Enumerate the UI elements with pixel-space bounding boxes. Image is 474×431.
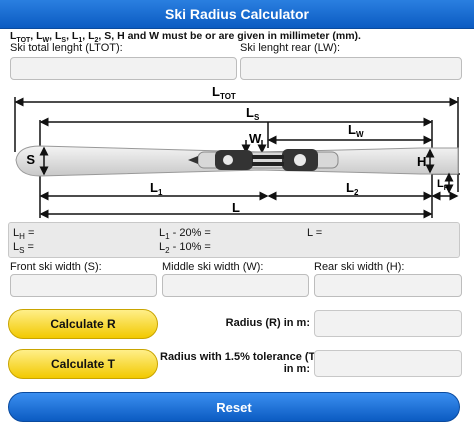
label-L: L [232,200,240,215]
rear-length-label: Ski lenght rear (LW): [240,42,341,54]
result-lh: LH = [13,227,35,242]
ski-diagram: S H LTOT LS LW W L1 L2 L LH [14,84,460,219]
middle-width-input[interactable] [162,274,309,297]
label-W: W [249,131,262,146]
rear-length-input[interactable] [240,57,462,80]
label-L1: L1 [150,180,163,197]
results-panel: LH = LS = L1 - 20% = L2 - 10% = L = [8,222,460,258]
label-S: S [26,152,35,167]
label-LH: LH [437,178,449,192]
middle-width-label: Middle ski width (W): [162,261,264,273]
label-LW: LW [348,122,364,139]
label-H: H [417,154,426,169]
label-LTOT: LTOT [212,84,236,101]
radius-tolerance-label: Radius with 1.5% tolerance (T) in m: [160,351,319,375]
result-l2-10: L2 - 10% = [159,241,211,256]
front-width-input[interactable] [10,274,157,297]
total-length-input[interactable] [10,57,237,80]
app-title: Ski Radius Calculator [0,0,474,29]
result-l1-20: L1 - 20% = [159,227,211,242]
total-length-label: Ski total lenght (LTOT): [10,42,123,54]
rear-width-input[interactable] [314,274,462,297]
label-L2: L2 [346,180,359,197]
calculate-t-button[interactable]: Calculate T [8,349,158,379]
front-width-label: Front ski width (S): [10,261,102,273]
result-ls: LS = [13,241,34,256]
binding-image [188,149,339,171]
radius-label: Radius (R) in m: [225,317,310,329]
rear-width-label: Rear ski width (H): [314,261,405,273]
result-l: L = [307,227,323,239]
label-LS: LS [246,105,260,122]
radius-output [314,310,462,337]
reset-button[interactable]: Reset [8,392,460,422]
radius-tolerance-output [314,350,462,377]
calculate-r-button[interactable]: Calculate R [8,309,158,339]
